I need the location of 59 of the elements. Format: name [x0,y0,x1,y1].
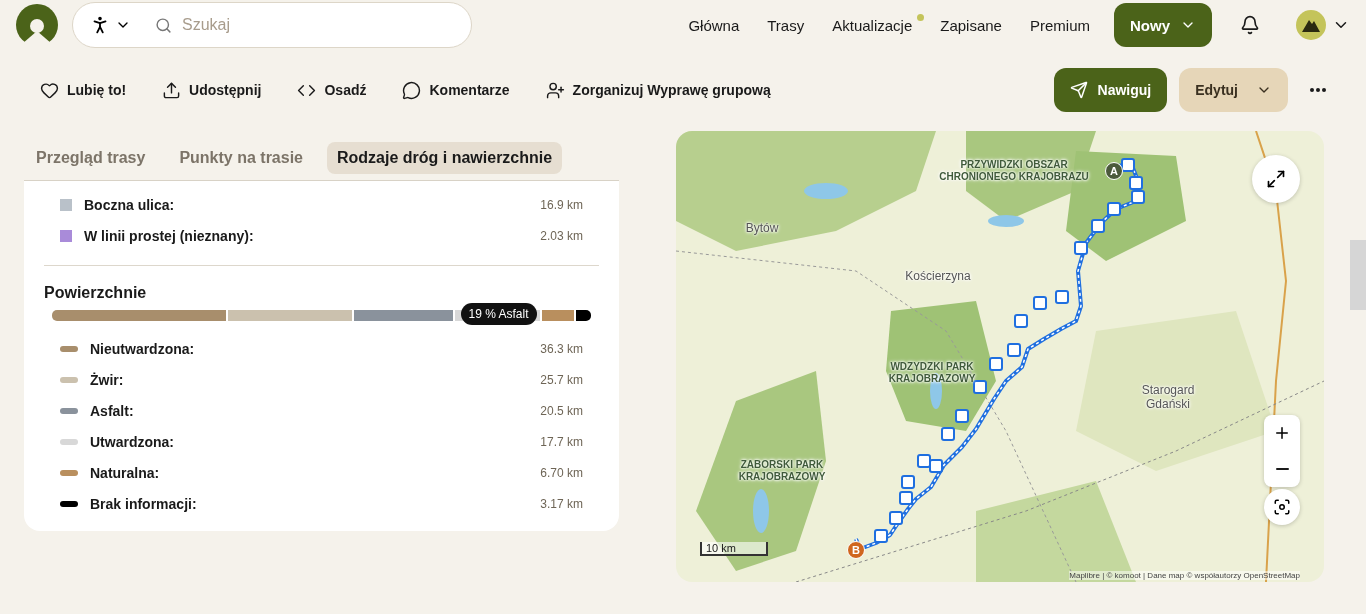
nav-link[interactable]: Premium [1029,16,1090,34]
section-title: Powierzchnie [44,284,148,303]
search-field[interactable]: Szukaj [72,2,472,48]
logo-icon[interactable] [16,4,58,46]
distance-value: 20.5 km [540,403,583,418]
surface-bar-segment[interactable] [575,310,591,321]
map-attribution: Maplibre | © komoot | Dane map © współautorzy OpenStreetMap [1069,571,1300,580]
tooltip: 19 % Asfalt [460,303,537,325]
add-person-icon [545,80,565,100]
nav-link[interactable]: Aktualizacje [832,16,913,34]
action-button[interactable]: Udostępnij [162,80,262,100]
action-button[interactable]: Komentarze [402,80,510,100]
notifications-button[interactable] [1240,15,1260,35]
minus-icon [1275,468,1289,470]
legend-label: W linii prostej (nieznany): [84,227,255,244]
nav-link[interactable]: Główna [688,16,740,34]
plus-icon [1273,424,1291,442]
legend-label: Asfalt: [90,402,135,419]
distance-value: 17.7 km [540,434,583,449]
nav-link[interactable]: Trasy [767,16,805,34]
legend-label: Boczna ulica: [84,196,176,213]
more-icon [1310,88,1326,92]
legend-label: Nieutwardzona: [90,340,196,357]
search-icon [155,16,172,34]
scrollbar-thumb[interactable] [1350,240,1366,310]
action-button[interactable]: Lubię to! [40,80,127,100]
distance-value: 25.7 km [540,372,583,387]
tab[interactable]: Punkty na trasie [169,142,313,174]
scale-bar: 10 km [700,542,768,556]
navigate-button[interactable]: Nawiguj [1053,68,1168,112]
distance-value: 36.3 km [540,341,583,356]
heart-icon [40,80,59,100]
action-button[interactable]: Osadź [297,80,367,100]
mountain-icon [1302,18,1320,32]
paper-plane-icon [1069,81,1088,99]
legend-label: Brak informacji: [90,495,198,512]
distance-value: 2.03 km [540,228,583,243]
expand-icon [1266,169,1286,189]
chat-bubble-icon [402,80,422,100]
share-icon [162,80,182,100]
more-button[interactable] [1310,88,1326,92]
edit-button[interactable]: Edytuj [1179,68,1288,112]
map-label: Bytów [744,221,780,236]
distance-value: 16.9 km [540,197,583,212]
distance-value: 6.70 km [540,465,583,480]
distance-value: 3.17 km [540,496,583,511]
map-label: Starogard Gdański [1140,383,1196,412]
focus-frame-icon [1273,498,1291,516]
search-input[interactable]: Szukaj [180,15,455,35]
tab[interactable]: Rodzaje dróg i nawierzchnie [327,142,563,174]
action-button[interactable]: Zorganizuj Wyprawę grupową [545,80,771,100]
nav-link[interactable]: Zapisane [940,16,1002,34]
tab[interactable]: Przegląd trasy [26,142,156,174]
legend-label: Naturalna: [90,464,161,481]
legend-label: Utwardzona: [90,433,175,450]
new-button[interactable]: Nowy [1114,3,1212,47]
map-label: Kościerzyna [904,269,972,284]
legend-label: Żwir: [90,371,125,388]
bell-icon [1240,15,1260,35]
